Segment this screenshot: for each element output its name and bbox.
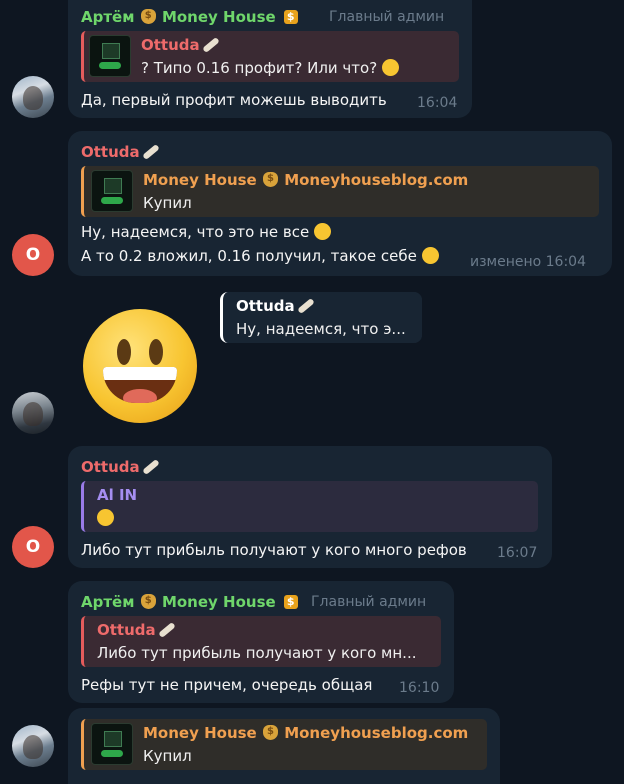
message-text-line: А то 0.2 вложил, 0.16 получил, такое себ… <box>81 247 439 265</box>
sender-first-name: Артём <box>81 8 135 26</box>
reply-text-label: ? Типо 0.16 профит? Или что? <box>141 59 378 77</box>
bone-icon <box>201 36 220 54</box>
reply-text: Либо тут прибыль получают у кого мн... <box>97 644 417 662</box>
reply-sender: Money House Moneyhouseblog.com <box>143 171 468 189</box>
reply-quote[interactable]: Money House Moneyhouseblog.com Купил <box>81 166 599 217</box>
message-bubble[interactable]: Ottuda Al IN Либо тут прибыль получают у… <box>68 446 552 568</box>
message-text: Рефы тут не причем, очередь общая <box>81 676 373 694</box>
sticker-eye-right <box>149 339 163 365</box>
bone-icon <box>141 143 160 161</box>
message-text: Да, первый профит можешь выводить <box>81 91 387 109</box>
tear-emoji-icon <box>314 223 332 240</box>
smiling-face-sticker[interactable] <box>83 309 197 423</box>
sender-name[interactable]: Артём Money House <box>81 8 298 26</box>
money-bag-icon <box>262 725 278 740</box>
bone-icon <box>296 297 315 315</box>
money-bag-icon <box>140 9 156 24</box>
sender-first-name: Ottuda <box>81 143 140 161</box>
message-text-line: Ну, надеемся, что это не все <box>81 223 332 241</box>
bone-icon <box>141 458 160 476</box>
reply-channel-name: Money House <box>143 724 257 742</box>
message-line-1: Ну, надеемся, что это не все <box>81 223 310 241</box>
reply-text <box>97 509 114 527</box>
sticker-eye-left <box>117 339 131 365</box>
reply-channel-site: Moneyhouseblog.com <box>284 171 469 189</box>
reply-sender-label: Ottuda <box>97 621 156 639</box>
joy-emoji-icon <box>421 247 439 264</box>
reply-text: Купил <box>143 747 192 765</box>
reply-text: Ну, надеемся, что э... <box>236 320 406 338</box>
sender-name[interactable]: Ottuda <box>81 458 160 476</box>
reply-sender-label: Ottuda <box>236 297 295 315</box>
sender-avatar[interactable] <box>12 725 54 767</box>
message-text: Либо тут прибыль получают у кого много р… <box>81 541 467 559</box>
money-bag-icon <box>262 172 278 187</box>
reply-thumbnail <box>89 35 131 77</box>
bone-icon <box>157 621 176 639</box>
message-bubble[interactable]: Ottuda Money House Moneyhouseblog.com Ку… <box>68 131 612 276</box>
grinning-sweat-emoji-icon <box>381 59 399 76</box>
dollar-badge-icon <box>283 595 298 609</box>
sender-name[interactable]: Артём Money House <box>81 593 298 611</box>
reply-quote[interactable]: Ottuda Либо тут прибыль получают у кого … <box>81 616 441 667</box>
sender-avatar[interactable] <box>12 392 54 434</box>
sender-avatar[interactable]: O <box>12 526 54 568</box>
reply-text: ? Типо 0.16 профит? Или что? <box>141 59 399 77</box>
money-bag-icon <box>140 594 156 609</box>
reply-sender: Ottuda <box>236 297 315 315</box>
admin-role-badge: Главный админ <box>311 594 427 610</box>
message-time: 16:10 <box>399 680 440 696</box>
reply-quote[interactable]: Ottuda Ну, надеемся, что э... <box>220 292 422 343</box>
reply-quote[interactable]: Ottuda ? Типо 0.16 профит? Или что? <box>81 31 459 82</box>
message-bubble[interactable]: Money House Moneyhouseblog.com Купил <box>68 708 500 784</box>
reply-sender: Ottuda <box>141 36 220 54</box>
reply-thumbnail <box>91 723 133 765</box>
sender-suffix: Money House <box>161 8 276 26</box>
sender-name[interactable]: Ottuda <box>81 143 160 161</box>
reply-channel-name: Money House <box>143 171 257 189</box>
reply-channel-site: Moneyhouseblog.com <box>284 724 469 742</box>
admin-role-badge: Главный админ <box>329 9 445 25</box>
sticker-tongue <box>123 389 157 403</box>
sticker-mouth <box>103 367 177 403</box>
reply-quote[interactable]: Money House Moneyhouseblog.com Купил <box>81 719 487 770</box>
sender-first-name: Артём <box>81 593 135 611</box>
reply-quote[interactable]: Al IN <box>81 481 538 532</box>
sticker-reply-bubble[interactable]: Ottuda Ну, надеемся, что э... <box>220 292 422 343</box>
reply-thumbnail <box>91 170 133 212</box>
reply-text: Купил <box>143 194 192 212</box>
message-time: 16:07 <box>497 545 538 561</box>
message-line-2: А то 0.2 вложил, 0.16 получил, такое себ… <box>81 247 417 265</box>
message-bubble[interactable]: Артём Money House Главный админ Ottuda ?… <box>68 0 472 118</box>
grinning-emoji-icon <box>97 509 114 526</box>
message-bubble[interactable]: Артём Money House Главный админ Ottuda Л… <box>68 581 454 703</box>
sender-avatar[interactable]: O <box>12 234 54 276</box>
reply-sender-label: Ottuda <box>141 36 200 54</box>
sticker-teeth <box>103 367 177 380</box>
reply-sender: Al IN <box>97 486 138 504</box>
sender-first-name: Ottuda <box>81 458 140 476</box>
message-time: изменено 16:04 <box>470 254 586 270</box>
sender-avatar[interactable] <box>12 76 54 118</box>
reply-sender: Ottuda <box>97 621 176 639</box>
sender-suffix: Money House <box>161 593 276 611</box>
dollar-badge-icon <box>283 10 298 24</box>
reply-sender: Money House Moneyhouseblog.com <box>143 724 468 742</box>
message-time: 16:04 <box>417 95 458 111</box>
